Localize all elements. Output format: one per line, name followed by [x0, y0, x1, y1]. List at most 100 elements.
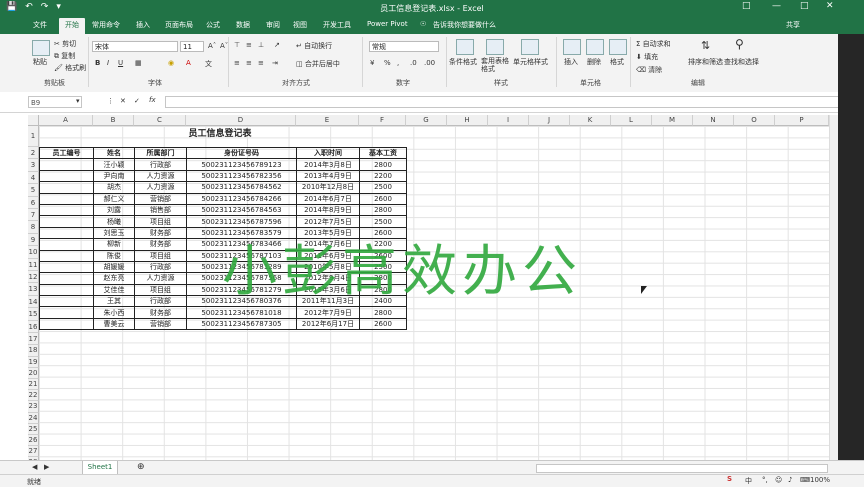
table-cell[interactable]: 财务部	[134, 226, 187, 240]
insert-cells-button[interactable]: 插入	[564, 57, 578, 67]
sort-filter-icon[interactable]: ⇅	[701, 39, 710, 52]
format-as-table-button[interactable]: 套用表格格式	[481, 57, 509, 73]
row-header[interactable]: 6	[28, 196, 39, 209]
table-cell[interactable]: 2014年3月8日	[296, 158, 360, 171]
row-header[interactable]: 3	[28, 159, 39, 172]
ribbon-display-icon[interactable]: □	[742, 1, 751, 11]
table-cell[interactable]: 营销部	[134, 192, 187, 205]
table-cell[interactable]	[39, 306, 94, 319]
table-cell[interactable]: 财务部	[134, 306, 187, 319]
paste-icon[interactable]	[32, 40, 50, 56]
table-cell[interactable]: 郝仁义	[93, 192, 135, 205]
row-header[interactable]: 18	[28, 345, 39, 357]
row-header[interactable]: 17	[28, 333, 39, 346]
merge-center-button[interactable]: ◫ 合并后居中	[296, 59, 340, 69]
horizontal-scrollbar[interactable]	[536, 464, 828, 473]
row-header[interactable]: 10	[28, 246, 39, 259]
table-cell[interactable]	[39, 192, 94, 205]
column-header-f[interactable]: F	[359, 115, 406, 126]
find-select-icon[interactable]: ⚲	[735, 37, 744, 51]
share-button[interactable]: 共享	[786, 20, 800, 30]
row-header[interactable]: 23	[28, 401, 39, 413]
format-as-table-icon[interactable]	[486, 39, 504, 55]
close-icon[interactable]: ✕	[826, 1, 834, 11]
table-cell[interactable]: 500231123456781018	[186, 306, 297, 319]
align-left-icon[interactable]: ≡	[234, 59, 240, 67]
sort-filter-button[interactable]: 排序和筛选	[688, 57, 723, 67]
table-cell[interactable]: 2600	[359, 192, 407, 205]
header-cell[interactable]: 身份证号码	[186, 146, 297, 160]
table-cell[interactable]: 朱小西	[93, 306, 135, 319]
row-header[interactable]: 12	[28, 271, 39, 284]
row-header[interactable]: 19	[28, 356, 39, 368]
tab-common-commands[interactable]: 常用命令	[92, 20, 120, 30]
font-color-icon[interactable]: A	[186, 59, 191, 67]
comma-icon[interactable]: ,	[397, 59, 399, 67]
delete-cells-button[interactable]: 删除	[587, 57, 601, 67]
column-header-c[interactable]: C	[134, 115, 186, 126]
table-cell[interactable]: 2600	[359, 317, 407, 331]
row-header[interactable]: 15	[28, 308, 39, 321]
select-all-corner[interactable]	[28, 115, 39, 126]
column-header-o[interactable]: O	[734, 115, 775, 126]
table-cell[interactable]: 500231123456784266	[186, 192, 297, 205]
align-right-icon[interactable]: ≡	[258, 59, 264, 67]
table-cell[interactable]: 500231123456784562	[186, 181, 297, 194]
row-header[interactable]: 24	[28, 412, 39, 424]
maximize-icon[interactable]: □	[800, 1, 809, 11]
row-header[interactable]: 16	[28, 320, 39, 333]
table-cell[interactable]: 2013年4月9日	[296, 169, 360, 183]
table-cell[interactable]	[39, 249, 94, 262]
tab-home[interactable]: 开始	[59, 18, 85, 34]
row-header[interactable]: 27	[28, 446, 39, 458]
table-cell[interactable]	[39, 260, 94, 274]
prev-sheet-icon[interactable]: ◀	[32, 463, 37, 471]
table-cell[interactable]: 2014年8月9日	[296, 203, 360, 217]
tab-power-pivot[interactable]: Power Pivot	[367, 20, 408, 28]
header-cell[interactable]: 所属部门	[134, 146, 187, 160]
increase-decimal-icon[interactable]: .0	[410, 59, 417, 67]
table-cell[interactable]	[39, 283, 94, 297]
table-cell[interactable]: 500231123456784563	[186, 203, 297, 217]
table-cell[interactable]: 2500	[359, 215, 407, 228]
table-cell[interactable]	[39, 203, 94, 217]
table-cell[interactable]: 胡杰	[93, 181, 135, 194]
italic-icon[interactable]: I	[107, 59, 109, 67]
table-cell[interactable]: 行政部	[134, 295, 187, 308]
table-cell[interactable]: 2200	[359, 169, 407, 183]
ime-mode[interactable]: 中	[745, 476, 752, 486]
percent-icon[interactable]: %	[384, 59, 391, 67]
table-cell[interactable]	[39, 169, 94, 183]
table-cell[interactable]: 汪小颖	[93, 158, 135, 171]
row-header[interactable]: 13	[28, 283, 39, 296]
align-bottom-icon[interactable]: ⊥	[258, 41, 264, 49]
table-cell[interactable]: 财务部	[134, 238, 187, 251]
table-cell[interactable]: 销售部	[134, 203, 187, 217]
column-header-m[interactable]: M	[652, 115, 693, 126]
table-cell[interactable]: 刘思玉	[93, 226, 135, 240]
table-cell[interactable]: 胡媛媛	[93, 260, 135, 274]
tab-formulas[interactable]: 公式	[206, 20, 220, 30]
column-header-d[interactable]: D	[186, 115, 296, 126]
table-cell[interactable]: 刘露	[93, 203, 135, 217]
column-header-g[interactable]: G	[406, 115, 447, 126]
table-cell[interactable]: 500231123456787596	[186, 215, 297, 228]
tab-page-layout[interactable]: 页面布局	[165, 20, 193, 30]
font-size-combo[interactable]: 11	[180, 41, 204, 52]
column-header-b[interactable]: B	[93, 115, 134, 126]
table-cell[interactable]: 陈俊	[93, 249, 135, 262]
table-cell[interactable]: 2800	[359, 158, 407, 171]
indent-icon[interactable]: ⇥	[272, 59, 278, 67]
table-cell[interactable]: 500231123456789123	[186, 158, 297, 171]
find-select-button[interactable]: 查找和选择	[724, 57, 759, 67]
align-middle-icon[interactable]: ≡	[246, 41, 252, 49]
namebox-dropdown-icon[interactable]: ▾	[76, 97, 80, 105]
mic-icon[interactable]: ♪	[788, 476, 792, 484]
header-cell[interactable]: 员工编号	[39, 146, 94, 160]
row-header[interactable]: 5	[28, 184, 39, 197]
row-header[interactable]: 9	[28, 233, 39, 247]
table-cell[interactable]: 2500	[359, 181, 407, 194]
table-cell[interactable]: 王其	[93, 295, 135, 308]
table-cell[interactable]: 2014年6月7日	[296, 192, 360, 205]
align-center-icon[interactable]: ≡	[246, 59, 252, 67]
